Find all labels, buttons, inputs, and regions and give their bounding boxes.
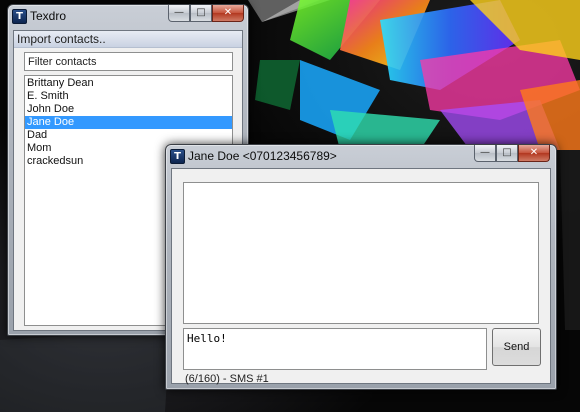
contact-list-item[interactable]: E. Smith [25, 90, 232, 103]
contact-list-item[interactable]: Jane Doe [25, 116, 232, 129]
contacts-window-titlebar[interactable]: T Texdro — □ ✕ [8, 5, 248, 27]
close-icon[interactable]: ✕ [212, 5, 244, 22]
message-window-title: Jane Doe <070123456789> [188, 149, 337, 163]
maximize-icon[interactable]: □ [496, 145, 518, 162]
close-icon[interactable]: ✕ [518, 145, 550, 162]
message-window: T Jane Doe <070123456789> — □ ✕ Hello! S… [165, 144, 557, 390]
app-icon: T [12, 9, 27, 24]
sms-counter-status: (6/160) - SMS #1 [185, 373, 269, 385]
maximize-icon[interactable]: □ [190, 5, 212, 22]
app-icon: T [170, 149, 185, 164]
message-window-titlebar[interactable]: T Jane Doe <070123456789> — □ ✕ [166, 145, 556, 167]
contacts-window-title: Texdro [30, 9, 67, 23]
contact-list-item[interactable]: John Doe [25, 103, 232, 116]
minimize-icon[interactable]: — [474, 145, 496, 162]
message-history[interactable] [183, 182, 539, 324]
minimize-icon[interactable]: — [168, 5, 190, 22]
message-client-area: Hello! Send (6/160) - SMS #1 [171, 168, 551, 385]
contact-list-item[interactable]: Dad [25, 129, 232, 142]
compose-message-input[interactable]: Hello! [183, 328, 487, 370]
filter-contacts-input[interactable] [24, 52, 233, 71]
send-button[interactable]: Send [492, 328, 541, 366]
import-contacts-menu-item[interactable]: Import contacts.. [17, 32, 106, 46]
contact-list-item[interactable]: Brittany Dean [25, 77, 232, 90]
menu-bar: Import contacts.. [14, 31, 242, 48]
